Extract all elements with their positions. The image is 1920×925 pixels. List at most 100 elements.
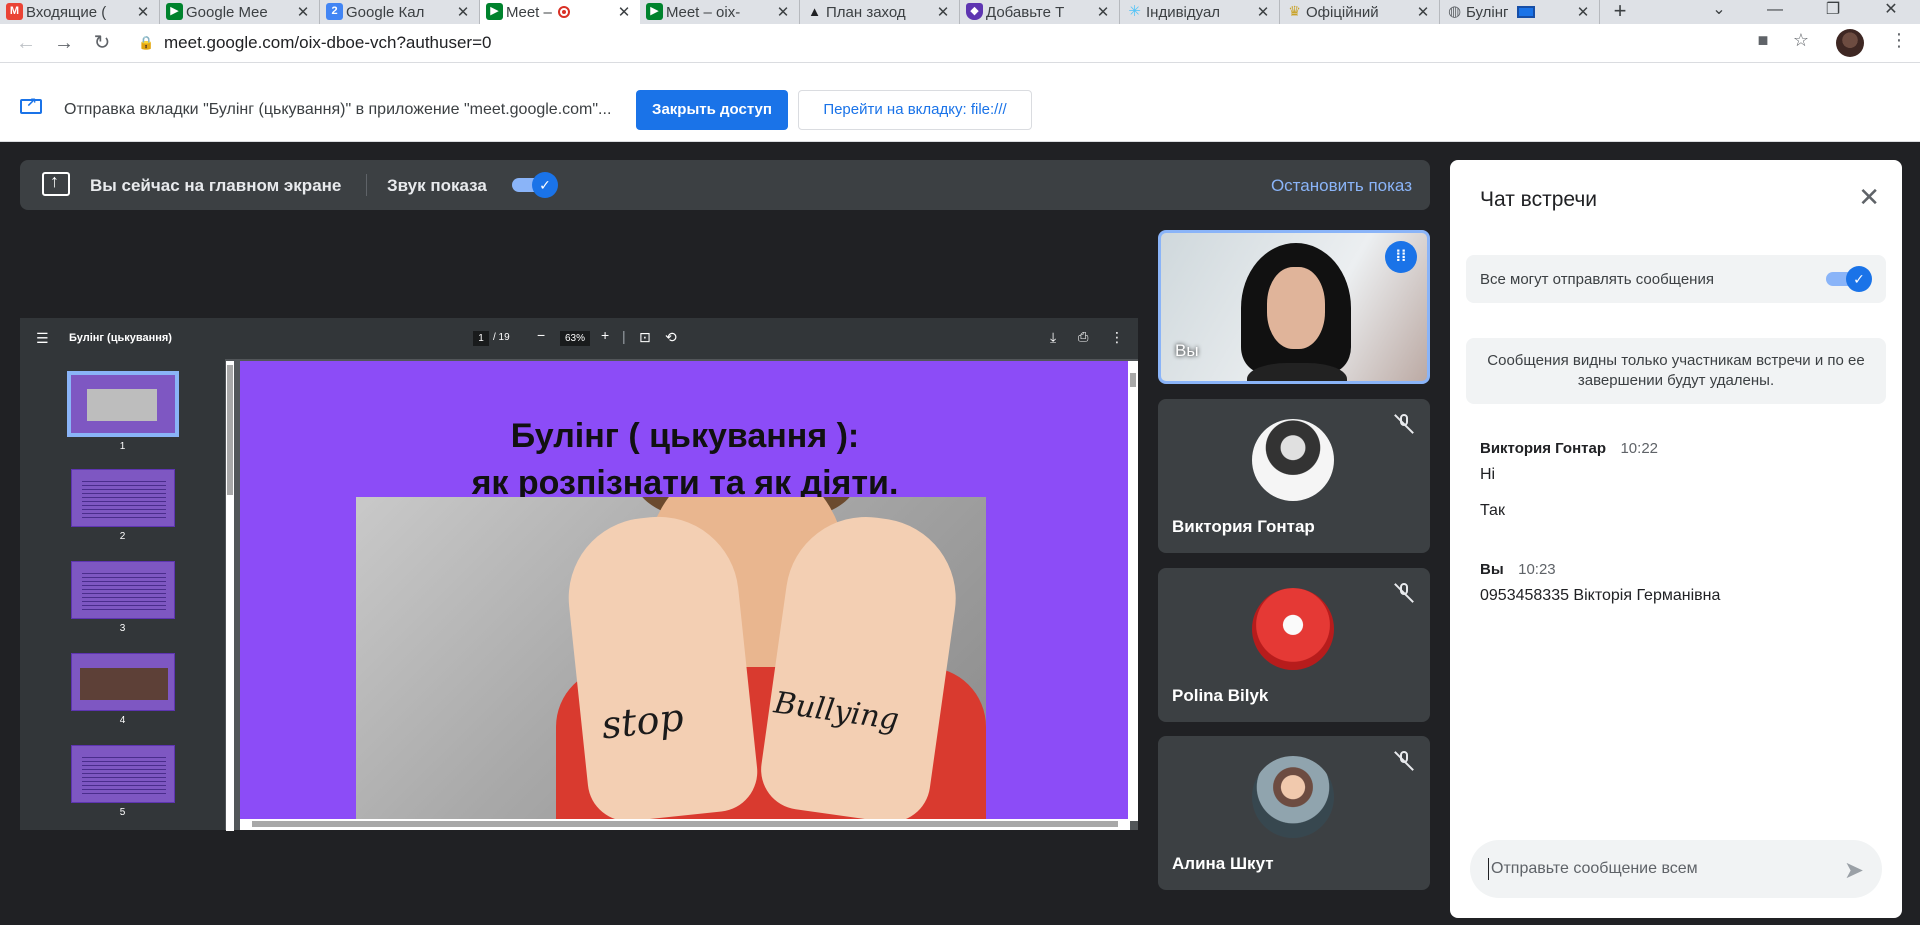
- page-number-input[interactable]: 1: [473, 331, 489, 346]
- send-icon[interactable]: ➤: [1844, 856, 1864, 885]
- zoom-input[interactable]: 63%: [560, 331, 590, 346]
- mic-off-icon: [1394, 582, 1414, 604]
- thumbnail-page-2[interactable]: 2: [20, 469, 225, 542]
- snowflake-icon: ✳: [1128, 3, 1141, 20]
- browser-tab-plan[interactable]: ▲ План заход ✕: [800, 0, 960, 24]
- switch-to-tab-button[interactable]: Перейти на вкладку: file:///: [798, 90, 1032, 130]
- reload-icon[interactable]: ↻: [86, 27, 118, 59]
- chat-compose-box: ➤: [1470, 840, 1882, 898]
- close-icon[interactable]: ✕: [1255, 3, 1271, 21]
- browser-tab-google-meet[interactable]: ▶ Google Mee ✕: [160, 0, 320, 24]
- close-icon[interactable]: ✕: [616, 3, 632, 21]
- thumbnail-page-4[interactable]: 4: [20, 653, 225, 726]
- close-icon[interactable]: ✕: [1095, 3, 1111, 21]
- forward-icon[interactable]: →: [48, 27, 80, 59]
- recording-indicator-icon: [557, 6, 570, 18]
- pdf-slide-page: Булінг ( цькування ): як розпізнати та я…: [240, 361, 1130, 819]
- meet-icon: ▶: [486, 3, 503, 20]
- close-icon[interactable]: ✕: [935, 3, 951, 21]
- menu-icon[interactable]: ☰: [36, 330, 49, 347]
- allow-messages-toggle[interactable]: ✓: [1826, 266, 1872, 292]
- tab-label: Google Mee: [186, 3, 268, 21]
- sharing-screen-icon: [1516, 6, 1535, 18]
- chat-message-input[interactable]: [1488, 858, 1818, 880]
- close-icon[interactable]: ✕: [135, 3, 151, 21]
- close-icon[interactable]: ✕: [1415, 3, 1431, 21]
- back-icon[interactable]: ←: [10, 27, 42, 59]
- participant-tile[interactable]: Алина Шкут: [1158, 736, 1430, 890]
- message-time: 10:22: [1620, 440, 1659, 457]
- mic-off-icon: [1394, 750, 1414, 772]
- page-horizontal-scrollbar[interactable]: [240, 819, 1130, 830]
- thumbnail-page-3[interactable]: 3: [20, 561, 225, 634]
- tab-share-icon: [20, 95, 42, 114]
- thumbnail-scrollbar[interactable]: [226, 361, 234, 831]
- browser-tab-bullying[interactable]: ◍ Булінг ✕: [1440, 0, 1600, 24]
- close-window-icon[interactable]: ✕: [1868, 0, 1914, 24]
- lock-icon[interactable]: 🔒: [138, 35, 156, 51]
- presenting-bar: Вы сейчас на главном экране Звук показа …: [20, 160, 1430, 210]
- print-icon[interactable]: ⎙: [1078, 329, 1088, 345]
- participant-tile[interactable]: Виктория Гонтар: [1158, 399, 1430, 553]
- allow-messages-label: Все могут отправлять сообщения: [1480, 271, 1714, 288]
- new-tab-button[interactable]: +: [1600, 0, 1640, 24]
- stop-sharing-button[interactable]: Закрыть доступ: [636, 90, 788, 130]
- message-text: Так: [1480, 502, 1505, 519]
- url-text[interactable]: meet.google.com/oix-dboe-vch?authuser=0: [164, 33, 491, 53]
- tab-label: Google Кал: [346, 3, 425, 21]
- browser-tab-add[interactable]: ◆ Добавьте Т ✕: [960, 0, 1120, 24]
- bookmark-star-icon[interactable]: ☆: [1788, 30, 1814, 51]
- tab-label: План заход: [826, 3, 906, 21]
- browser-tab-meet-oix[interactable]: ▶ Meet – oix- ✕: [640, 0, 800, 24]
- stop-presenting-button[interactable]: Остановить показ: [1271, 176, 1412, 196]
- browser-tab-google-calendar[interactable]: 2 Google Кал ✕: [320, 0, 480, 24]
- browser-tab-individual[interactable]: ✳ Індивідуал ✕: [1120, 0, 1280, 24]
- avatar: [1252, 588, 1334, 670]
- meeting-chat-panel: Чат встречи ✕ Все могут отправлять сообщ…: [1450, 160, 1902, 918]
- rotate-icon[interactable]: ⟲: [665, 329, 677, 346]
- page-total: / 19: [493, 332, 510, 343]
- participant-tile-self[interactable]: ⁞⁞ Вы: [1158, 230, 1430, 384]
- pdf-viewer: ☰ Булінг (цькування) 1 / 19 − 63% + | ⊡ …: [20, 318, 1138, 831]
- tab-search-icon[interactable]: ⌄: [1696, 0, 1742, 24]
- fit-page-icon[interactable]: ⊡: [639, 329, 651, 346]
- page-vertical-scrollbar[interactable]: [1128, 361, 1138, 821]
- speaking-indicator-icon: ⁞⁞: [1385, 241, 1417, 273]
- address-bar[interactable]: 🔒 meet.google.com/oix-dboe-vch?authuser=…: [138, 27, 1798, 59]
- close-icon[interactable]: ✕: [455, 3, 471, 21]
- browser-tab-meet-active[interactable]: ▶ Meet – ✕: [480, 0, 640, 24]
- thumbnail-image: [70, 745, 175, 803]
- divider: [366, 174, 367, 196]
- participant-name: Виктория Гонтар: [1172, 517, 1315, 536]
- meet-icon: ▶: [646, 3, 663, 20]
- more-options-icon[interactable]: ⋮: [1110, 329, 1124, 346]
- presenting-status: Вы сейчас на главном экране: [90, 176, 342, 195]
- divider: |: [622, 328, 626, 344]
- avatar: [1252, 756, 1334, 838]
- download-icon[interactable]: ⤓: [1050, 329, 1056, 346]
- close-icon[interactable]: ✕: [295, 3, 311, 21]
- tab-label: Офіційний: [1306, 3, 1379, 21]
- minimize-icon[interactable]: —: [1752, 0, 1798, 24]
- thumbnail-page-1[interactable]: 1: [20, 371, 225, 452]
- camera-icon[interactable]: ■: [1750, 30, 1776, 51]
- browser-tab-official[interactable]: ♛ Офіційний ✕: [1280, 0, 1440, 24]
- browser-tab-gmail[interactable]: M Входящие ( ✕: [0, 0, 160, 24]
- zoom-in-icon[interactable]: +: [601, 327, 609, 343]
- browser-menu-icon[interactable]: ⋮: [1886, 30, 1912, 51]
- browser-toolbar: ← → ↻ 🔒 meet.google.com/oix-dboe-vch?aut…: [0, 24, 1920, 62]
- close-icon[interactable]: ✕: [775, 3, 791, 21]
- presentation-sound-toggle[interactable]: ✓: [512, 172, 558, 198]
- shield-icon: ◆: [966, 3, 983, 20]
- pdf-toolbar: ☰ Булінг (цькування) 1 / 19 − 63% + | ⊡ …: [20, 318, 1138, 359]
- check-icon: ✓: [1846, 266, 1872, 292]
- graduation-cap-icon: ▲: [808, 4, 821, 19]
- thumbnail-number: 3: [119, 623, 126, 634]
- participant-tile[interactable]: Polina Bilyk: [1158, 568, 1430, 722]
- zoom-out-icon[interactable]: −: [537, 327, 545, 343]
- thumbnail-page-5[interactable]: 5: [20, 745, 225, 818]
- close-icon[interactable]: ✕: [1858, 182, 1880, 213]
- restore-icon[interactable]: ❐: [1810, 0, 1856, 24]
- close-icon[interactable]: ✕: [1575, 3, 1591, 21]
- profile-avatar[interactable]: [1836, 29, 1864, 57]
